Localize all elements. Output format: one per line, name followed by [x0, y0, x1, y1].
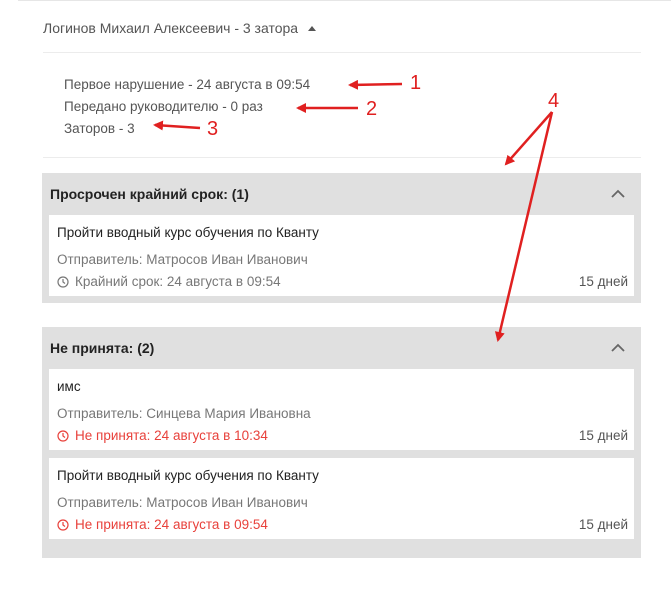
chevron-up-icon[interactable] [611, 189, 625, 199]
task-not-accepted-status: Не принята: 24 августа в 09:54 [57, 517, 268, 532]
person-header-label: Логинов Михаил Алексеевич - 3 затора [43, 20, 299, 36]
caret-up-icon [308, 25, 317, 31]
group-header-overdue[interactable]: Просрочен крайний срок: (1) [42, 173, 641, 215]
task-title: Пройти вводный курс обучения по Кванту [57, 468, 319, 483]
group-title: Просрочен крайний срок: (1) [50, 186, 249, 202]
task-sender: Отправитель: Матросов Иван Иванович [57, 495, 308, 510]
stat-blockers-count: Заторов - 3 [64, 121, 135, 136]
clock-icon [57, 275, 69, 288]
task-card[interactable]: Пройти вводный курс обучения по Кванту О… [49, 458, 634, 539]
task-days: 15 дней [578, 274, 628, 289]
group-overdue-deadline: Просрочен крайний срок: (1) Пройти вводн… [42, 173, 641, 303]
task-status-text: Не принята: 24 августа в 09:54 [75, 517, 268, 532]
task-card[interactable]: Пройти вводный курс обучения по Кванту О… [49, 215, 634, 296]
task-days: 15 дней [578, 517, 628, 532]
annotation-label-3: 3 [207, 118, 219, 140]
annotation-arrow-1 [348, 79, 403, 90]
stat-first-violation: Первое нарушение - 24 августа в 09:54 [64, 77, 311, 92]
group-title: Не принята: (2) [50, 340, 155, 356]
task-sender: Отправитель: Матросов Иван Иванович [57, 252, 308, 267]
stats-divider [43, 157, 641, 158]
group-not-accepted: Не принята: (2) имс Отправитель: Синцева… [42, 327, 641, 558]
annotation-label-2: 2 [366, 98, 378, 120]
task-days: 15 дней [578, 428, 628, 443]
task-title: Пройти вводный курс обучения по Кванту [57, 225, 319, 240]
annotation-label-1: 1 [410, 72, 422, 94]
violation-stats: Первое нарушение - 24 августа в 09:54 Пе… [64, 74, 310, 140]
clock-icon [57, 518, 69, 531]
task-status-text: Не принята: 24 августа в 10:34 [75, 428, 268, 443]
chevron-up-icon[interactable] [611, 343, 625, 353]
clock-icon [57, 429, 69, 442]
task-deadline-status: Крайний срок: 24 августа в 09:54 [57, 274, 281, 289]
task-not-accepted-status: Не принята: 24 августа в 10:34 [57, 428, 268, 443]
group-header-not-accepted[interactable]: Не принята: (2) [42, 327, 641, 369]
top-divider [18, 0, 671, 1]
header-divider [43, 52, 641, 53]
stat-escalated-count: Передано руководителю - 0 раз [64, 99, 263, 114]
person-header-toggle[interactable]: Логинов Михаил Алексеевич - 3 затора [43, 18, 317, 38]
task-card[interactable]: имс Отправитель: Синцева Мария Ивановна … [49, 369, 634, 450]
task-sender: Отправитель: Синцева Мария Ивановна [57, 406, 311, 421]
annotation-label-4: 4 [548, 90, 560, 112]
task-status-text: Крайний срок: 24 августа в 09:54 [75, 274, 281, 289]
task-title: имс [57, 379, 81, 394]
page: Логинов Михаил Алексеевич - 3 затора Пер… [0, 0, 671, 609]
